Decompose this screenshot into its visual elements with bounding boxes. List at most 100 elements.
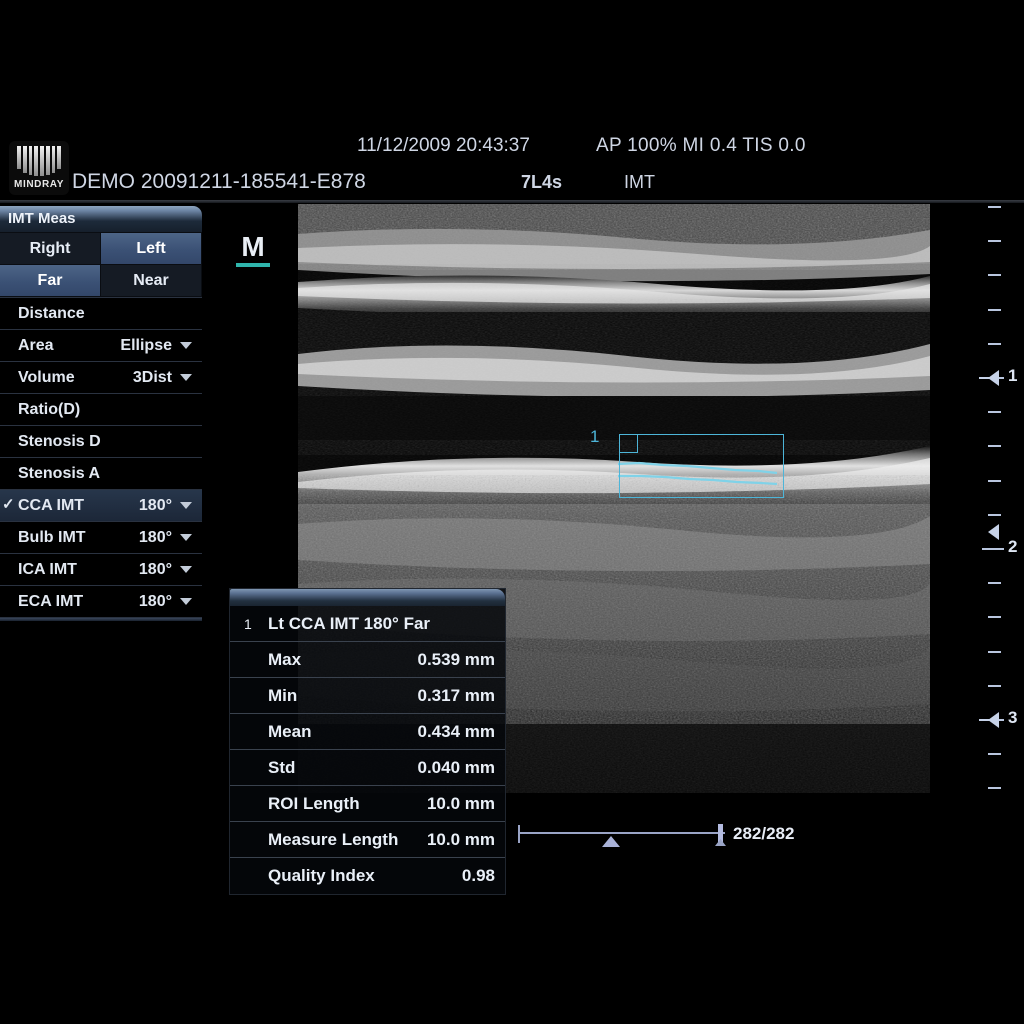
chevron-down-icon[interactable] (180, 374, 192, 381)
measurement-label: Std (244, 758, 418, 778)
menu-item-stenosis-a[interactable]: Stenosis A (0, 458, 202, 490)
menu-item-label: Distance (18, 305, 202, 323)
mode-badge-label: M (241, 231, 264, 262)
menu-item-bulb-imt[interactable]: Bulb IMT180° (0, 522, 202, 554)
m-mode-icon[interactable]: M (236, 233, 270, 269)
measurement-label: Mean (244, 722, 418, 742)
menu-item-area[interactable]: AreaEllipse (0, 330, 202, 362)
logo-wordmark: MINDRAY (9, 179, 69, 190)
menu-item-label: Volume (18, 369, 133, 387)
depth-tick-minor (988, 651, 1001, 653)
measurement-results-panel[interactable]: 1 Lt CCA IMT 180° Far Max0.539 mmMin0.31… (229, 588, 506, 895)
header-datetime: 11/12/2009 20:43:37 (357, 135, 530, 157)
menu-item-value: 180° (139, 561, 172, 579)
menu-item-distance[interactable]: Distance (0, 298, 202, 330)
toggle-near[interactable]: Near (101, 265, 202, 297)
result-index: 1 (244, 616, 268, 632)
depth-tick-minor (988, 480, 1001, 482)
roi-box[interactable] (619, 434, 784, 498)
depth-tick-label: 1 (1008, 366, 1017, 386)
depth-tick-minor (988, 787, 1001, 789)
menu-item-label: Bulb IMT (18, 529, 139, 547)
mindray-logo: MINDRAY (9, 141, 69, 195)
cine-loop-bar[interactable]: 282/282 (518, 824, 798, 858)
menu-item-value: 180° (139, 497, 172, 515)
side-selection-toggles: RightLeftFarNear (0, 233, 202, 297)
ultrasound-screen: MINDRAY 11/12/2009 20:43:37 AP 100% MI 0… (0, 0, 1024, 1024)
cine-frame-counter: 282/282 (733, 824, 794, 844)
chevron-down-icon[interactable] (180, 342, 192, 349)
results-header-row: 1 Lt CCA IMT 180° Far (230, 606, 505, 642)
measurement-row: Mean0.434 mm (230, 714, 505, 750)
depth-tick-minor (988, 411, 1001, 413)
measurement-label: Quality Index (244, 866, 462, 886)
results-rows: Max0.539 mmMin0.317 mmMean0.434 mmStd0.0… (230, 642, 505, 894)
checkmark-icon: ✓ (2, 495, 16, 515)
depth-tick-label: 2 (1008, 537, 1017, 557)
focus-marker-tail (979, 377, 989, 379)
menu-item-label: Ratio(D) (18, 401, 202, 419)
menu-item-ratio-d[interactable]: Ratio(D) (0, 394, 202, 426)
roi-resize-handle[interactable] (619, 434, 638, 453)
toggle-left[interactable]: Left (101, 233, 202, 265)
menu-footer-divider (0, 618, 202, 621)
measurement-row: Min0.317 mm (230, 678, 505, 714)
depth-tick-minor (988, 685, 1001, 687)
depth-scale: 1 2 3 (966, 196, 1024, 816)
measurement-value: 0.040 mm (418, 758, 496, 778)
depth-tick-minor (988, 445, 1001, 447)
cine-position-pointer[interactable] (602, 836, 620, 847)
focus-marker-icon[interactable] (988, 524, 999, 540)
menu-item-volume[interactable]: Volume3Dist (0, 362, 202, 394)
toggle-far[interactable]: Far (0, 265, 101, 297)
header-bar: MINDRAY 11/12/2009 20:43:37 AP 100% MI 0… (0, 0, 1024, 201)
cine-track[interactable] (520, 832, 725, 834)
measurement-label: Max (244, 650, 418, 670)
toggle-row: FarNear (0, 265, 202, 297)
chevron-down-icon[interactable] (180, 502, 192, 509)
chevron-down-icon[interactable] (180, 598, 192, 605)
depth-tick-minor (988, 616, 1001, 618)
menu-item-ica-imt[interactable]: ICA IMT180° (0, 554, 202, 586)
menu-title: IMT Meas (0, 206, 202, 233)
cine-current-marker[interactable] (718, 824, 723, 846)
header-probe: 7L4s (521, 172, 562, 193)
menu-item-eca-imt[interactable]: ECA IMT180° (0, 586, 202, 618)
header-divider (0, 200, 1024, 203)
depth-tick-minor (988, 240, 1001, 242)
results-panel-titlebar (230, 589, 505, 606)
focus-marker-icon[interactable] (988, 370, 999, 386)
depth-tick-minor (988, 343, 1001, 345)
measurement-row: Max0.539 mm (230, 642, 505, 678)
header-exam-mode: IMT (624, 172, 655, 193)
mode-badge-underline (236, 263, 270, 267)
toggle-right[interactable]: Right (0, 233, 101, 265)
focus-marker-icon[interactable] (988, 712, 999, 728)
menu-item-cca-imt[interactable]: ✓CCA IMT180° (0, 490, 202, 522)
measurement-type-list: Distance AreaEllipseVolume3Dist Ratio(D) St… (0, 297, 202, 618)
menu-item-value: 180° (139, 593, 172, 611)
result-title: Lt CCA IMT 180° Far (268, 614, 495, 634)
measurement-value: 10.0 mm (427, 830, 495, 850)
menu-item-label: ICA IMT (18, 561, 139, 579)
measurement-row: Measure Length10.0 mm (230, 822, 505, 858)
measurement-value: 0.98 (462, 866, 495, 886)
menu-item-label: Stenosis D (18, 433, 202, 451)
measurement-row: Std0.040 mm (230, 750, 505, 786)
menu-item-value: Ellipse (120, 337, 172, 355)
chevron-down-icon[interactable] (180, 534, 192, 541)
chevron-down-icon[interactable] (180, 566, 192, 573)
header-patient-id: DEMO 20091211-185541-E878 (72, 170, 366, 194)
measurement-value: 0.434 mm (418, 722, 496, 742)
depth-tick-label: 3 (1008, 708, 1017, 728)
depth-tick-minor (988, 274, 1001, 276)
depth-tick-minor (988, 514, 1001, 516)
measurement-row: Quality Index0.98 (230, 858, 505, 894)
depth-tick-minor (988, 309, 1001, 311)
depth-tick-major (982, 548, 1004, 550)
measurement-label: Min (244, 686, 418, 706)
menu-item-label: ECA IMT (18, 593, 139, 611)
measurement-row: ROI Length10.0 mm (230, 786, 505, 822)
menu-item-stenosis-d[interactable]: Stenosis D (0, 426, 202, 458)
menu-item-label: CCA IMT (18, 497, 139, 515)
